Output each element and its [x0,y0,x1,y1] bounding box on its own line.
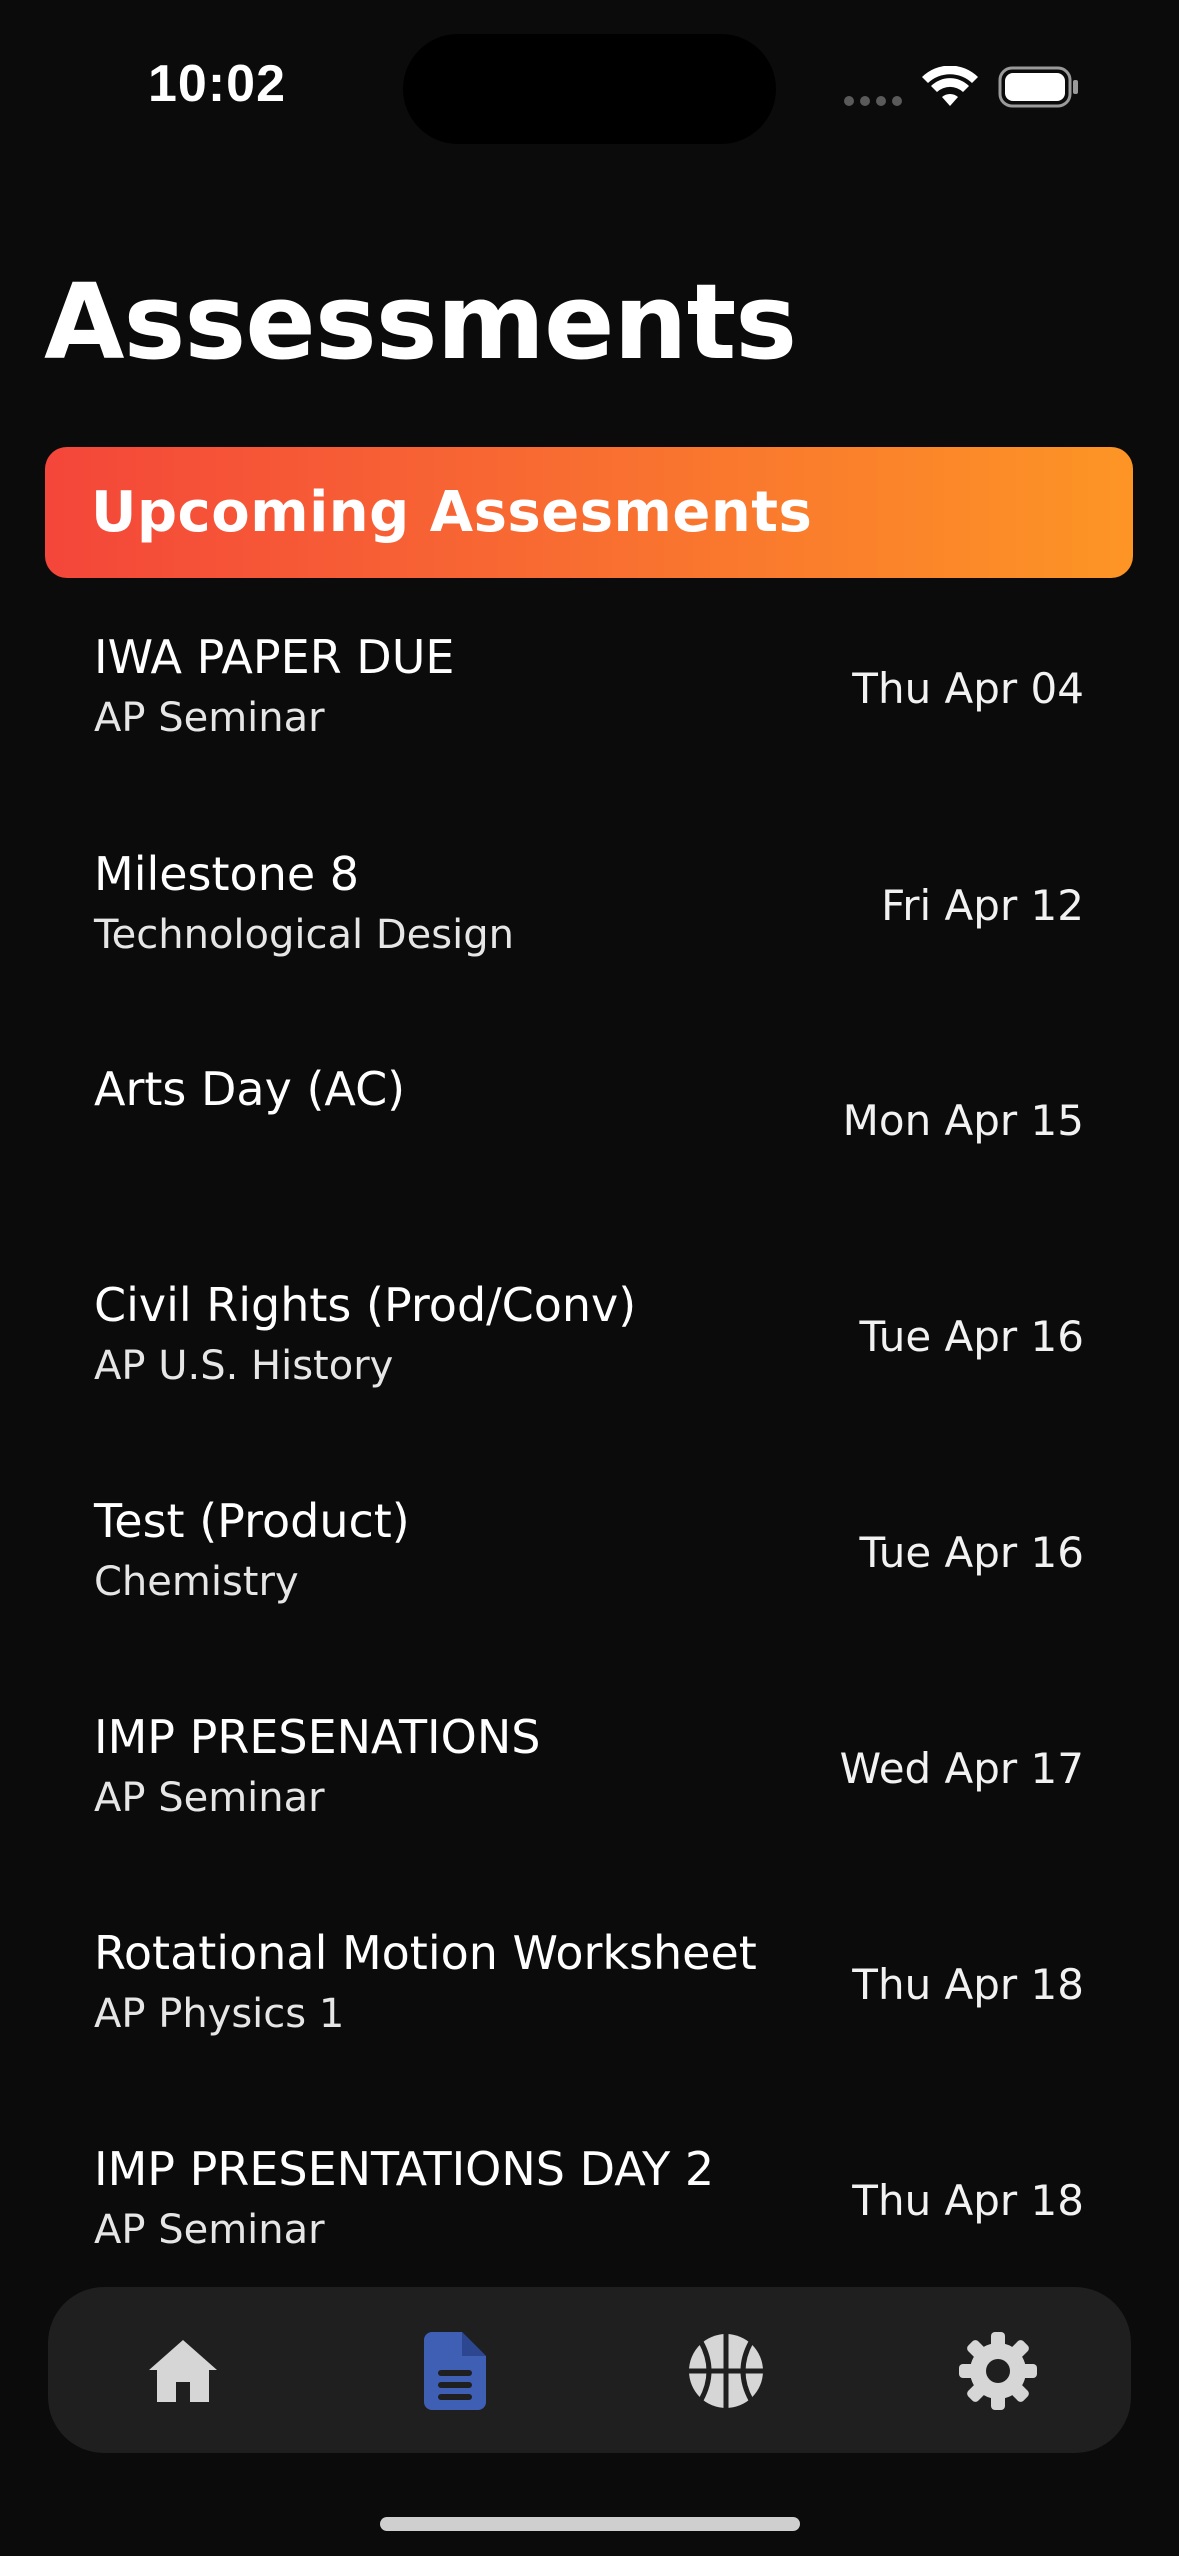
assessment-date: Tue Apr 16 [859,1528,1084,1577]
assessment-title: IMP PRESENATIONS [94,1710,541,1764]
upcoming-assessments-header: Upcoming Assesments [45,447,1133,578]
assessment-subject: AP Seminar [94,695,325,741]
assessment-row[interactable]: Test (Product) Chemistry Tue Apr 16 [0,1493,1179,1693]
assessment-date: Wed Apr 17 [839,1744,1084,1793]
assessment-date: Thu Apr 04 [852,664,1084,713]
assessment-subject: AP Physics 1 [94,1991,345,2037]
assessment-title: Milestone 8 [94,847,360,901]
assessment-subject: Technological Design [94,912,514,958]
cellular-signal-icon [844,96,902,106]
basketball-icon [689,2334,763,2408]
assessment-row[interactable]: IMP PRESENTATIONS DAY 2 AP Seminar Thu A… [0,2141,1179,2281]
dynamic-island [403,34,776,144]
assessment-title: Test (Product) [94,1494,410,1548]
tab-assessments[interactable] [411,2327,499,2415]
tab-bar [48,2287,1131,2453]
section-header-label: Upcoming Assesments [91,480,813,545]
assessment-date: Fri Apr 12 [881,881,1084,930]
tab-home[interactable] [139,2327,227,2415]
document-icon [424,2332,486,2410]
home-icon [149,2340,217,2402]
assessment-row[interactable]: Civil Rights (Prod/Conv) AP U.S. History… [0,1277,1179,1477]
status-bar: 10:02 [0,0,1179,160]
assessment-title: IMP PRESENTATIONS DAY 2 [94,2142,715,2196]
assessment-title: Rotational Motion Worksheet [94,1926,757,1980]
assessment-title: Civil Rights (Prod/Conv) [94,1278,637,1332]
home-indicator[interactable] [380,2517,800,2531]
assessment-subject: Chemistry [94,1559,299,1605]
assessment-title: IWA PAPER DUE [94,630,455,684]
gear-icon [959,2332,1037,2410]
assessment-row[interactable]: IWA PAPER DUE AP Seminar Thu Apr 04 [0,629,1179,829]
battery-icon [998,66,1078,108]
assessment-date: Thu Apr 18 [852,2176,1084,2225]
page-title: Assessments [44,261,797,383]
assessment-row[interactable]: Milestone 8 Technological Design Fri Apr… [0,846,1179,1046]
assessment-date: Mon Apr 15 [842,1096,1084,1145]
wifi-icon [922,66,978,106]
assessment-row[interactable]: Rotational Motion Worksheet AP Physics 1… [0,1925,1179,2125]
tab-settings[interactable] [954,2327,1042,2415]
assessment-row[interactable]: IMP PRESENATIONS AP Seminar Wed Apr 17 [0,1709,1179,1909]
tab-sports[interactable] [682,2327,770,2415]
assessment-date: Tue Apr 16 [859,1312,1084,1361]
assessment-date: Thu Apr 18 [852,1960,1084,2009]
assessment-row[interactable]: Arts Day (AC) Mon Apr 15 [0,1061,1179,1261]
assessment-subject: AP Seminar [94,1775,325,1821]
assessment-subject: AP U.S. History [94,1343,394,1389]
status-time: 10:02 [148,55,286,113]
assessment-subject: AP Seminar [94,2207,325,2253]
assessment-title: Arts Day (AC) [94,1062,406,1116]
